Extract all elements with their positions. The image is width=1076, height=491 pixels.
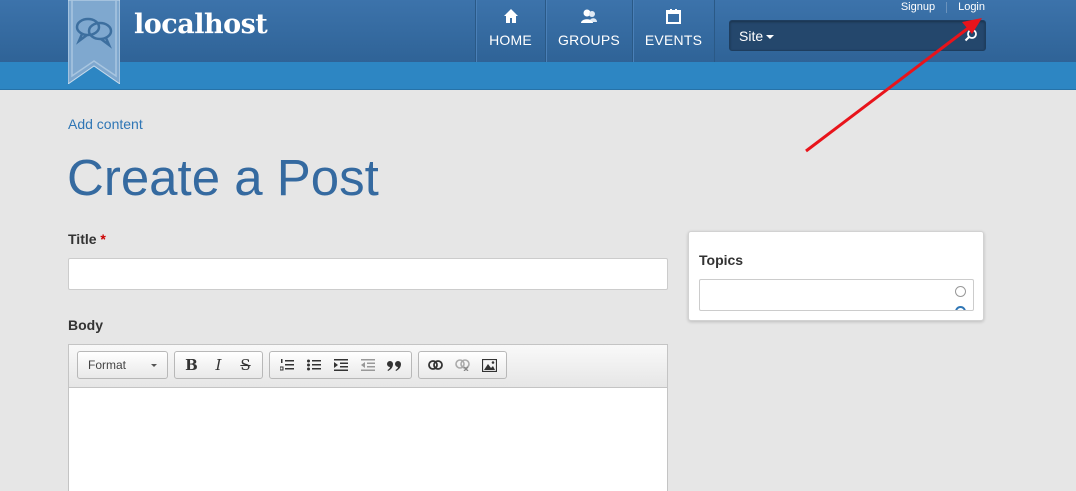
bullet-list-icon xyxy=(306,359,321,371)
topics-label: Topics xyxy=(699,252,744,268)
search-scope-dropdown[interactable]: Site xyxy=(739,28,775,44)
breadcrumb-add-content[interactable]: Add content xyxy=(68,116,143,132)
numbered-list-button[interactable] xyxy=(273,353,300,377)
title-label-text: Title xyxy=(68,231,97,247)
topics-input[interactable] xyxy=(699,279,974,311)
home-icon xyxy=(503,8,519,24)
indent-button[interactable] xyxy=(327,353,354,377)
insert-group xyxy=(418,351,507,379)
search-icon[interactable] xyxy=(964,28,978,47)
nav-events-label: EVENTS xyxy=(644,32,703,48)
title-input[interactable] xyxy=(68,258,668,290)
chevron-down-icon xyxy=(151,363,157,367)
nav-groups[interactable]: GROUPS xyxy=(545,0,632,62)
unlink-button[interactable] xyxy=(449,353,476,377)
title-label: Title * xyxy=(68,231,106,247)
nav-groups-label: GROUPS xyxy=(558,32,620,48)
top-links: Signup Login xyxy=(901,1,985,13)
signup-link[interactable]: Signup xyxy=(901,1,935,13)
main-nav: HOME GROUPS EVENTS xyxy=(475,0,715,62)
logo-icon[interactable] xyxy=(68,0,120,84)
link-icon xyxy=(428,360,443,370)
unlink-icon xyxy=(455,359,470,371)
blockquote-button[interactable] xyxy=(381,353,408,377)
bullet-list-button[interactable] xyxy=(300,353,327,377)
nav-home[interactable]: HOME xyxy=(475,0,545,62)
outdent-icon xyxy=(360,359,375,371)
login-link[interactable]: Login xyxy=(958,1,985,13)
search-scope-label: Site xyxy=(739,28,764,44)
radio-icon[interactable] xyxy=(955,286,966,297)
link-button[interactable] xyxy=(422,353,449,377)
body-label: Body xyxy=(68,317,103,333)
list-group xyxy=(269,351,412,379)
numbered-list-icon xyxy=(279,359,294,371)
image-icon xyxy=(482,358,497,372)
page-title: Create a Post xyxy=(67,149,379,206)
topics-panel: Topics xyxy=(688,231,984,321)
top-links-divider xyxy=(946,1,948,13)
site-name[interactable]: localhost xyxy=(134,9,268,40)
body-editor: Format B I S xyxy=(68,344,668,491)
groups-icon xyxy=(580,8,598,24)
chevron-down-icon xyxy=(766,35,775,40)
outdent-button[interactable] xyxy=(354,353,381,377)
calendar-icon xyxy=(666,8,681,24)
nav-events[interactable]: EVENTS xyxy=(632,0,715,62)
quote-icon xyxy=(387,360,401,371)
strikethrough-button[interactable]: S xyxy=(232,353,259,377)
italic-button[interactable]: I xyxy=(205,353,232,377)
required-marker: * xyxy=(100,231,106,247)
header-subbar xyxy=(0,62,1076,90)
editor-toolbar: Format B I S xyxy=(69,345,667,388)
search-input[interactable] xyxy=(790,24,960,47)
indent-icon xyxy=(333,359,348,371)
search-box: Site xyxy=(729,20,986,51)
format-label: Format xyxy=(88,358,127,372)
image-button[interactable] xyxy=(476,353,503,377)
nav-home-label: HOME xyxy=(489,32,532,48)
radio-icon[interactable] xyxy=(955,306,966,310)
text-style-group: B I S xyxy=(174,351,263,379)
bold-button[interactable]: B xyxy=(178,353,205,377)
format-dropdown[interactable]: Format xyxy=(77,351,168,379)
